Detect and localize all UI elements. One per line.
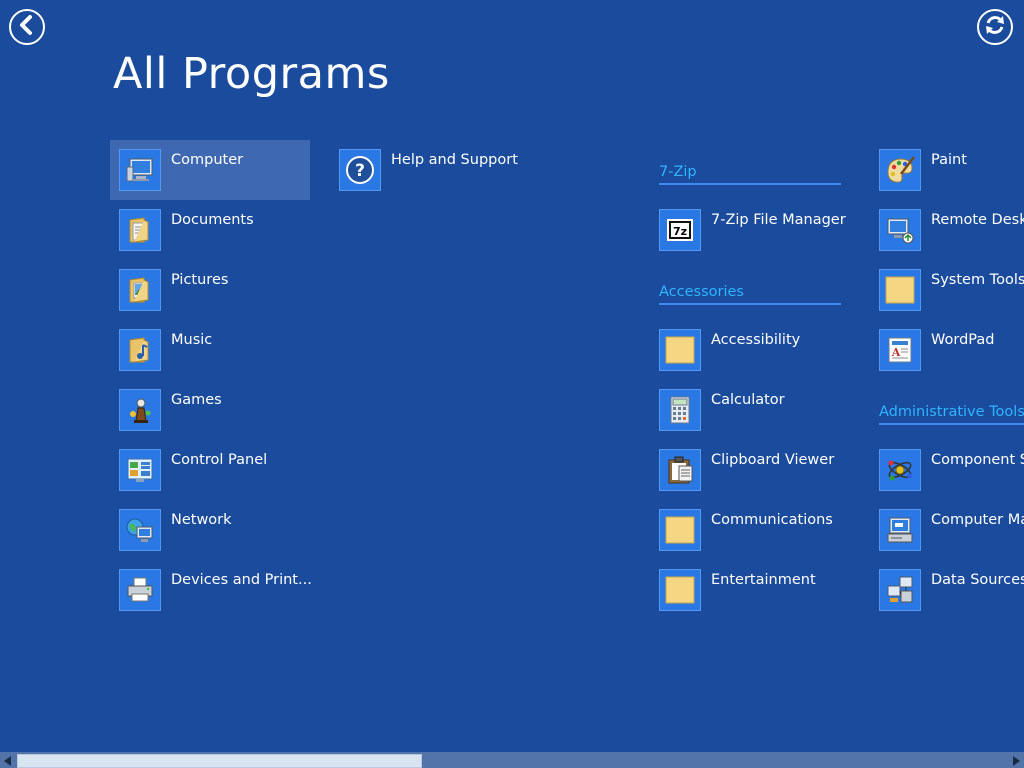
refresh-button[interactable] <box>977 9 1013 45</box>
group-header-administrative-tools[interactable]: Administrative Tools <box>879 402 1024 425</box>
tile-label: Data Sources ( <box>931 572 1024 588</box>
tile-label: System Tools <box>931 272 1024 288</box>
tile-documents[interactable]: Documents <box>110 200 310 260</box>
scroll-right-arrow-icon <box>1012 751 1020 768</box>
tile-control-panel[interactable]: Control Panel <box>110 440 310 500</box>
folder-icon <box>659 569 701 611</box>
pictures-folder-icon <box>119 269 161 311</box>
folder-icon <box>659 329 701 371</box>
tile-clipboard-viewer[interactable]: Clipboard Viewer <box>650 440 850 500</box>
start-all-programs-screen: All Programs Computer Documents Pictures… <box>0 0 1024 768</box>
tile-label: Help and Support <box>391 152 518 168</box>
tile-label: Accessibility <box>711 332 801 348</box>
tile-wordpad[interactable]: A WordPad <box>870 320 1024 380</box>
horizontal-scrollbar[interactable] <box>0 752 1024 768</box>
tile-label: Communications <box>711 512 833 528</box>
folder-icon <box>879 269 921 311</box>
tile-label: Music <box>171 332 213 348</box>
documents-folder-icon <box>119 209 161 251</box>
tile-component-services[interactable]: Component Se <box>870 440 1024 500</box>
tile-entertainment[interactable]: Entertainment <box>650 560 850 620</box>
scroll-left-button[interactable] <box>0 752 16 768</box>
tile-label: Component Se <box>931 452 1024 468</box>
tile-label: Calculator <box>711 392 785 408</box>
tile-label: Computer <box>171 152 244 168</box>
tile-label: Pictures <box>171 272 229 288</box>
printer-icon <box>119 569 161 611</box>
scroll-right-button[interactable] <box>1008 752 1024 768</box>
group-header-accessories[interactable]: Accessories <box>659 282 841 305</box>
tile-computer[interactable]: Computer <box>110 140 310 200</box>
tile-help-and-support[interactable]: ? Help and Support <box>330 140 530 200</box>
calculator-icon <box>659 389 701 431</box>
tile-pictures[interactable]: Pictures <box>110 260 310 320</box>
tile-computer-management[interactable]: Computer Ma <box>870 500 1024 560</box>
svg-text:A: A <box>891 346 901 359</box>
tile-label: Network <box>171 512 232 528</box>
wordpad-icon: A <box>879 329 921 371</box>
back-arrow-icon <box>16 14 38 40</box>
group-header-7zip[interactable]: 7-Zip <box>659 162 841 185</box>
tile-games[interactable]: Games <box>110 380 310 440</box>
tile-label: Clipboard Viewer <box>711 452 835 468</box>
tile-calculator[interactable]: Calculator <box>650 380 850 440</box>
tile-network[interactable]: Network <box>110 500 310 560</box>
help-icon: ? <box>339 149 381 191</box>
scroll-left-arrow-icon <box>4 751 12 768</box>
tile-communications[interactable]: Communications <box>650 500 850 560</box>
tile-label: Documents <box>171 212 254 228</box>
tile-devices-and-printers[interactable]: Devices and Print... <box>110 560 312 620</box>
tile-data-sources[interactable]: Data Sources ( <box>870 560 1024 620</box>
computer-icon <box>119 149 161 191</box>
tile-label: Devices and Print... <box>171 572 312 588</box>
music-folder-icon <box>119 329 161 371</box>
control-panel-icon <box>119 449 161 491</box>
7zip-icon: 7z <box>659 209 701 251</box>
tile-label: 7-Zip File Manager <box>711 212 846 228</box>
tile-label: Paint <box>931 152 967 168</box>
tile-label: Control Panel <box>171 452 268 468</box>
folder-icon <box>659 509 701 551</box>
tile-paint[interactable]: Paint <box>870 140 1024 200</box>
tile-label: Entertainment <box>711 572 816 588</box>
games-icon <box>119 389 161 431</box>
data-sources-icon <box>879 569 921 611</box>
tile-label: Remote Deskt <box>931 212 1024 228</box>
tile-label: Computer Ma <box>931 512 1024 528</box>
network-icon <box>119 509 161 551</box>
tile-7zip-file-manager[interactable]: 7z 7-Zip File Manager <box>650 200 850 260</box>
svg-text:?: ? <box>355 161 365 181</box>
tile-music[interactable]: Music <box>110 320 310 380</box>
scrollbar-thumb[interactable] <box>17 754 422 768</box>
refresh-icon <box>983 13 1007 41</box>
remote-desktop-icon <box>879 209 921 251</box>
computer-management-icon <box>879 509 921 551</box>
clipboard-icon <box>659 449 701 491</box>
back-button[interactable] <box>9 9 45 45</box>
component-services-icon <box>879 449 921 491</box>
paint-icon <box>879 149 921 191</box>
tile-remote-desktop[interactable]: Remote Deskt <box>870 200 1024 260</box>
tile-system-tools[interactable]: System Tools <box>870 260 1024 320</box>
svg-text:7z: 7z <box>673 225 687 238</box>
tile-label: WordPad <box>931 332 995 348</box>
tile-accessibility[interactable]: Accessibility <box>650 320 850 380</box>
page-title: All Programs <box>113 49 390 99</box>
tile-label: Games <box>171 392 222 408</box>
